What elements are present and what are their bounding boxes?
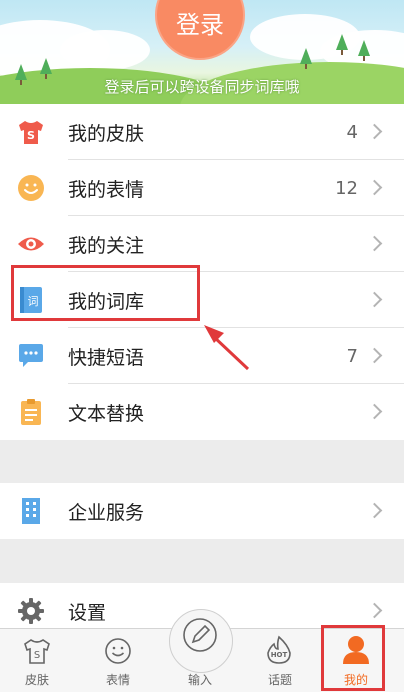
svg-text:S: S [34, 650, 40, 661]
menu-item-text-replace[interactable]: 文本替换 [0, 384, 404, 440]
menu-item-label: 我的表情 [68, 178, 145, 201]
login-button[interactable]: 登录 [155, 0, 245, 60]
nav-label: 皮肤 [24, 673, 49, 687]
chevron-right-icon [366, 602, 383, 619]
building-icon [22, 498, 40, 524]
menu-item-enterprise[interactable]: 企业服务 [0, 483, 404, 539]
hot-icon: HOT [267, 635, 291, 664]
menu-item-label: 设置 [68, 601, 107, 624]
tree-decoration [358, 40, 370, 61]
profile-header: 登录 登录后可以跨设备同步词库哦 [0, 0, 404, 104]
nav-item-input[interactable]: 输入 [168, 618, 232, 692]
annotation-arrow-icon [204, 325, 250, 371]
nav-label: 话题 [267, 673, 292, 687]
tree-decoration [336, 34, 348, 55]
emoji-icon [105, 638, 131, 664]
menu-item-count: 4 [346, 121, 358, 143]
menu-item-count: 12 [335, 177, 358, 199]
gear-icon [18, 598, 44, 624]
menu-item-emoji[interactable]: 我的表情 12 [0, 160, 404, 216]
menu-item-following[interactable]: 我的关注 [0, 216, 404, 272]
nav-item-skin[interactable]: S 皮肤 [5, 629, 69, 692]
highlight-box-dictionary [11, 265, 200, 321]
chevron-right-icon [366, 123, 383, 140]
menu-item-label: 文本替换 [68, 402, 145, 425]
tree-decoration [40, 58, 52, 79]
clipboard-icon [21, 399, 41, 425]
chat-bubble-icon [19, 344, 43, 367]
pen-icon [183, 618, 217, 652]
menu-item-label: 我的关注 [68, 234, 145, 257]
eye-icon [18, 237, 44, 251]
chevron-right-icon [366, 403, 383, 420]
nav-item-emoji[interactable]: 表情 [86, 629, 150, 692]
menu-item-label: 企业服务 [68, 501, 145, 524]
chevron-right-icon [366, 179, 383, 196]
smiley-icon [18, 175, 44, 201]
tshirt-icon: S [19, 121, 43, 144]
chevron-right-icon [366, 235, 383, 252]
skin-icon: S [24, 639, 50, 664]
chevron-right-icon [366, 347, 383, 364]
nav-label: 表情 [105, 673, 130, 687]
cloud-decoration [60, 30, 150, 70]
menu-group-enterprise: 企业服务 [0, 483, 404, 539]
svg-text:S: S [27, 129, 35, 142]
nav-label: 输入 [187, 673, 212, 687]
svg-text:HOT: HOT [271, 651, 288, 659]
login-hint: 登录后可以跨设备同步词库哦 [104, 78, 300, 96]
chevron-right-icon [366, 502, 383, 519]
tree-decoration [300, 48, 312, 69]
menu-item-label: 快捷短语 [68, 346, 145, 369]
chevron-right-icon [366, 291, 383, 308]
highlight-box-mine [321, 625, 385, 691]
menu-item-count: 7 [346, 345, 358, 367]
nav-item-topics[interactable]: HOT 话题 [248, 629, 312, 692]
menu-item-label: 我的皮肤 [68, 122, 145, 145]
menu-item-skins[interactable]: S 我的皮肤 4 [0, 104, 404, 160]
